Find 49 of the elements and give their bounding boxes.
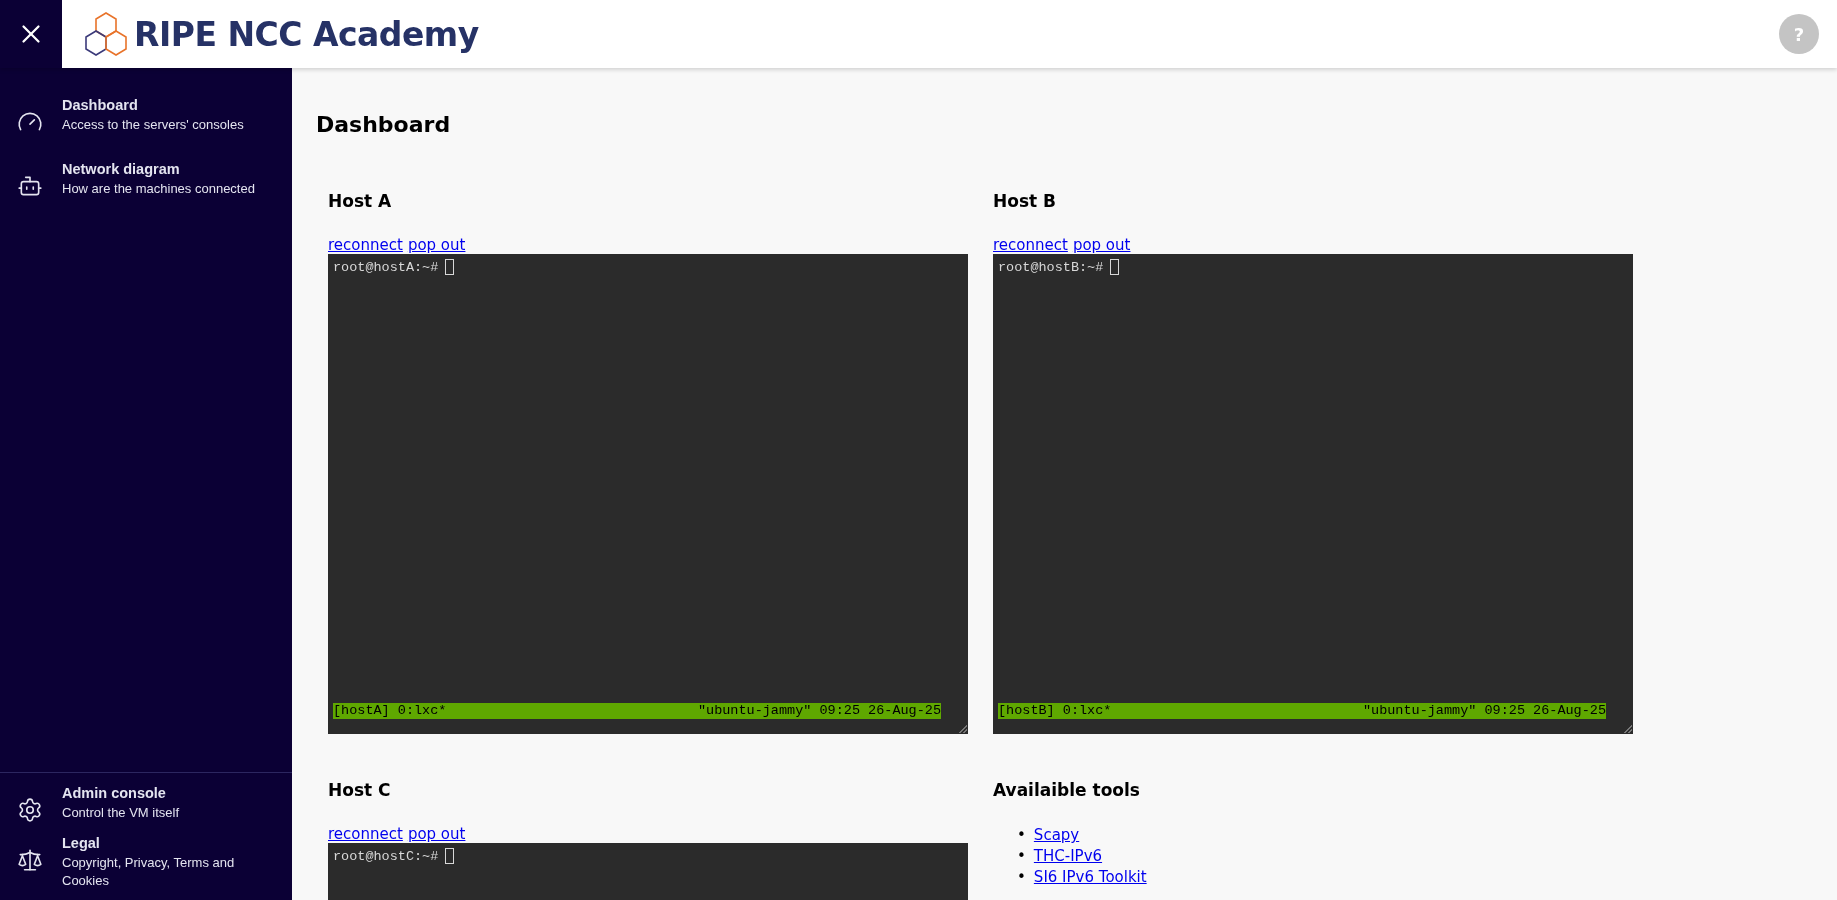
terminal-cursor bbox=[445, 259, 455, 275]
terminal-prompt: root@hostA:~# bbox=[333, 259, 439, 275]
status-host-time: "ubuntu-jammy" 09:25 26-Aug-25 bbox=[697, 703, 941, 719]
terminal-console[interactable]: root@hostA:~# [hostA] 0:lxc* "ubuntu-jammy" 09:25 26-Aug-25 bbox=[328, 254, 968, 734]
status-window-list: [hostB] 0:lxc* bbox=[998, 703, 1112, 719]
terminal-prompt: root@hostC:~# bbox=[333, 848, 439, 864]
sidebar-item-title: Network diagram bbox=[62, 161, 181, 177]
settings-icon bbox=[17, 797, 43, 823]
terminal-console[interactable]: root@hostC:~# bbox=[328, 843, 968, 900]
status-window-list: [hostA] 0:lxc* bbox=[333, 703, 447, 719]
sidebar-item-title: Dashboard bbox=[62, 97, 139, 113]
list-bullet: • bbox=[1017, 846, 1026, 867]
sidebar-item[interactable]: Admin console Control the VM itself bbox=[0, 785, 292, 823]
sidebar-item-title: Admin console bbox=[62, 785, 167, 801]
sidebar-item[interactable]: Dashboard Access to the servers' consoles bbox=[0, 97, 292, 135]
sidebar-item[interactable]: Network diagram How are the machines connected bbox=[0, 161, 292, 199]
terminal-console[interactable]: root@hostB:~# [hostB] 0:lxc* "ubuntu-jammy" 09:25 26-Aug-25 bbox=[993, 254, 1633, 734]
logo-icon bbox=[84, 11, 128, 57]
console-link[interactable]: pop out bbox=[1072, 236, 1131, 254]
tool-link[interactable]: SI6 IPv6 Toolkit bbox=[1033, 867, 1147, 888]
host-heading: Host C bbox=[328, 780, 392, 800]
console-link[interactable]: reconnect bbox=[993, 236, 1068, 254]
console-link[interactable]: pop out bbox=[407, 236, 466, 254]
sidebar-item-title: Legal bbox=[62, 835, 101, 851]
tool-link[interactable]: Scapy bbox=[1033, 825, 1080, 846]
list-bullet: • bbox=[1017, 867, 1026, 888]
console-link[interactable]: pop out bbox=[407, 825, 466, 843]
tool-link[interactable]: THC-IPv6 bbox=[1033, 846, 1103, 867]
scale-icon bbox=[17, 847, 43, 873]
sidebar-item[interactable]: Legal Copyright, Privacy, Terms and Cookies bbox=[0, 835, 292, 890]
sidebar-item-subtitle: Access to the servers' consoles bbox=[62, 116, 245, 134]
host-heading: Host A bbox=[328, 191, 393, 211]
terminal-prompt: root@hostB:~# bbox=[998, 259, 1104, 275]
resize-grip-icon[interactable] bbox=[959, 725, 967, 733]
sidebar-item-subtitle: Copyright, Privacy, Terms and Cookies bbox=[62, 854, 236, 890]
host-heading: Host B bbox=[993, 191, 1058, 211]
status-host-time: "ubuntu-jammy" 09:25 26-Aug-25 bbox=[1362, 703, 1606, 719]
sidebar-item-subtitle: Control the VM itself bbox=[62, 804, 181, 822]
terminal-cursor bbox=[445, 848, 455, 864]
console-link[interactable]: reconnect bbox=[328, 825, 403, 843]
console-link[interactable]: reconnect bbox=[328, 236, 403, 254]
terminal-cursor bbox=[1110, 259, 1120, 275]
tools-heading: Availaible tools bbox=[993, 780, 1141, 800]
page-title: Dashboard bbox=[316, 112, 452, 137]
brand-title: RIPE NCC Academy bbox=[134, 14, 479, 54]
resize-grip-icon[interactable] bbox=[1624, 725, 1632, 733]
sidebar-item-subtitle: How are the machines connected bbox=[62, 180, 256, 198]
list-bullet: • bbox=[1017, 825, 1026, 846]
close-button[interactable] bbox=[0, 0, 62, 68]
